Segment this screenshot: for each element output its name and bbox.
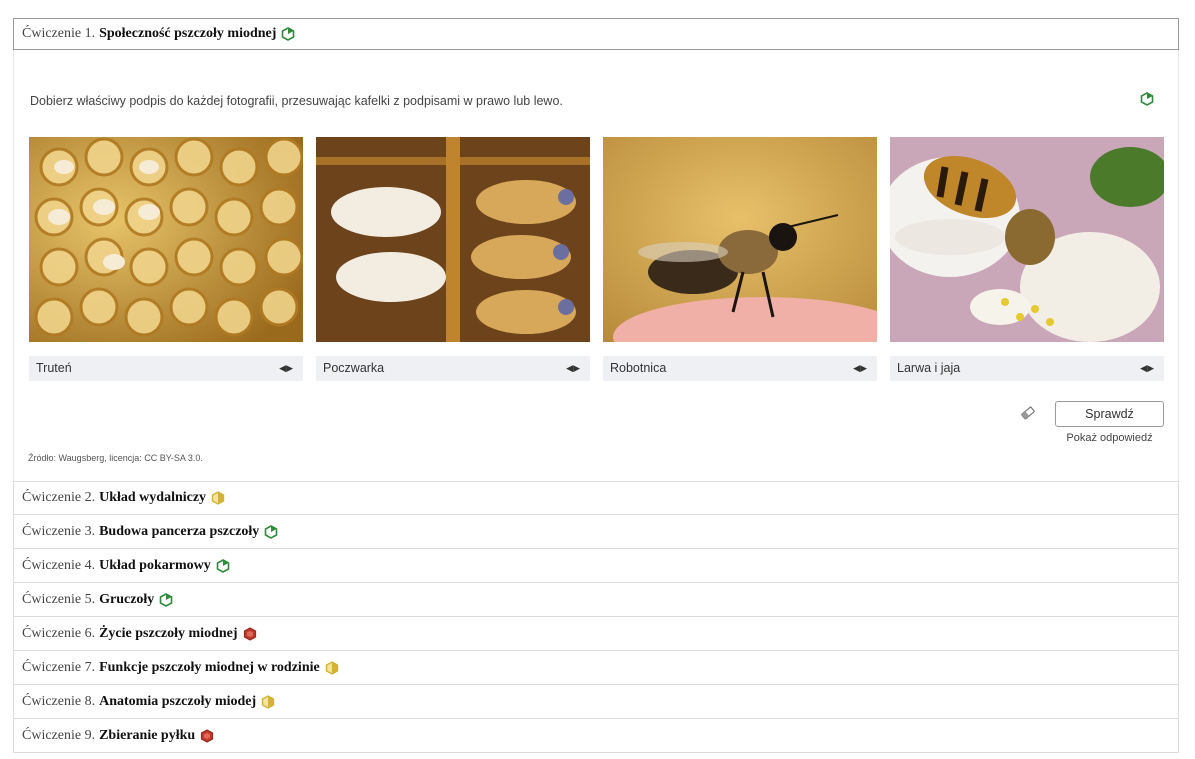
source-credit: Źródło: Waugsberg, licencja: CC BY-SA 3.… bbox=[28, 453, 203, 463]
exercise-number: Ćwiczenie 5. bbox=[22, 591, 96, 607]
exercise-header-3[interactable]: Ćwiczenie 3. Budowa pancerza pszczoły bbox=[13, 515, 1179, 549]
caption-tile-1[interactable]: Truteń ◀▶ bbox=[29, 356, 303, 381]
exercise-title: Anatomia pszczoły miodej bbox=[99, 693, 257, 709]
exercise-title: Życie pszczoły miodnej bbox=[99, 625, 238, 641]
exercise-number: Ćwiczenie 1. bbox=[22, 26, 96, 41]
bee-on-flower-photo bbox=[890, 137, 1164, 342]
exercise-number: Ćwiczenie 7. bbox=[22, 659, 96, 675]
exercise-number: Ćwiczenie 3. bbox=[22, 523, 96, 539]
status-yellow-icon bbox=[261, 694, 275, 709]
exercise-title: Funkcje pszczoły miodnej w rodzinie bbox=[99, 659, 320, 675]
exercise-title: Budowa pancerza pszczoły bbox=[99, 523, 260, 539]
exercise-title: Zbieranie pyłku bbox=[99, 727, 196, 743]
exercise-number: Ćwiczenie 8. bbox=[22, 693, 96, 709]
caption-tile-label: Robotnica bbox=[610, 361, 667, 375]
caption-tile-label: Poczwarka bbox=[323, 361, 385, 375]
instruction-text: Dobierz właściwy podpis do każdej fotogr… bbox=[30, 94, 563, 108]
caption-tile-label: Truteń bbox=[36, 361, 72, 375]
check-button[interactable]: Sprawdź bbox=[1055, 401, 1164, 427]
exercise-number: Ćwiczenie 6. bbox=[22, 625, 96, 641]
caption-tile-4[interactable]: Larwa i jaja ◀▶ bbox=[890, 356, 1164, 381]
status-green-icon bbox=[282, 27, 295, 41]
drag-arrows-icon[interactable]: ◀▶ bbox=[1140, 356, 1154, 381]
exercise-number: Ćwiczenie 9. bbox=[22, 727, 96, 743]
exercise-header-9[interactable]: Ćwiczenie 9. Zbieranie pyłku bbox=[13, 719, 1179, 753]
status-green-icon bbox=[216, 558, 230, 573]
exercise-number: Ćwiczenie 2. bbox=[22, 490, 96, 505]
status-red-icon bbox=[201, 728, 214, 743]
drag-arrows-icon[interactable]: ◀▶ bbox=[279, 356, 293, 381]
status-green-icon bbox=[160, 592, 173, 607]
status-green-icon bbox=[1140, 92, 1154, 106]
exercise-title: Układ pokarmowy bbox=[99, 557, 211, 573]
exercise-header-6[interactable]: Ćwiczenie 6. Życie pszczoły miodnej bbox=[13, 617, 1179, 651]
exercise-title: Układ wydalniczy bbox=[99, 490, 207, 505]
exercise-number: Ćwiczenie 4. bbox=[22, 557, 96, 573]
drag-arrows-icon[interactable]: ◀▶ bbox=[566, 356, 580, 381]
exercise-header-1[interactable]: Ćwiczenie 1. Społeczność pszczoły miodne… bbox=[13, 18, 1179, 50]
exercise-title: Gruczoły bbox=[99, 591, 155, 607]
status-green-icon bbox=[265, 524, 278, 539]
status-red-icon bbox=[243, 626, 256, 641]
drag-arrows-icon[interactable]: ◀▶ bbox=[853, 356, 867, 381]
exercise-header-2[interactable]: Ćwiczenie 2. Układ wydalniczy bbox=[13, 481, 1179, 515]
status-yellow-icon bbox=[325, 660, 338, 675]
exercise-header-7[interactable]: Ćwiczenie 7. Funkcje pszczoły miodnej w … bbox=[13, 651, 1179, 685]
pupae-photo bbox=[316, 137, 590, 342]
exercise-header-5[interactable]: Ćwiczenie 5. Gruczoły bbox=[13, 583, 1179, 617]
exercise-header-8[interactable]: Ćwiczenie 8. Anatomia pszczoły miodej bbox=[13, 685, 1179, 719]
eraser-icon[interactable] bbox=[1019, 404, 1037, 422]
honeycomb-larvae-photo bbox=[29, 137, 303, 342]
status-yellow-icon bbox=[211, 491, 225, 505]
exercise-1-content: Dobierz właściwy podpis do każdej fotogr… bbox=[13, 50, 1179, 481]
caption-tile-label: Larwa i jaja bbox=[897, 361, 961, 375]
caption-tile-2[interactable]: Poczwarka ◀▶ bbox=[316, 356, 590, 381]
caption-tile-3[interactable]: Robotnica ◀▶ bbox=[603, 356, 877, 381]
exercise-title: Społeczność pszczoły miodnej bbox=[99, 26, 277, 41]
worker-bee-on-finger-photo bbox=[603, 137, 877, 342]
show-answer-link[interactable]: Pokaż odpowiedź bbox=[1055, 432, 1164, 444]
exercise-header-4[interactable]: Ćwiczenie 4. Układ pokarmowy bbox=[13, 549, 1179, 583]
exercise-list: Ćwiczenie 2. Układ wydalniczy Ćwiczenie … bbox=[13, 481, 1179, 753]
